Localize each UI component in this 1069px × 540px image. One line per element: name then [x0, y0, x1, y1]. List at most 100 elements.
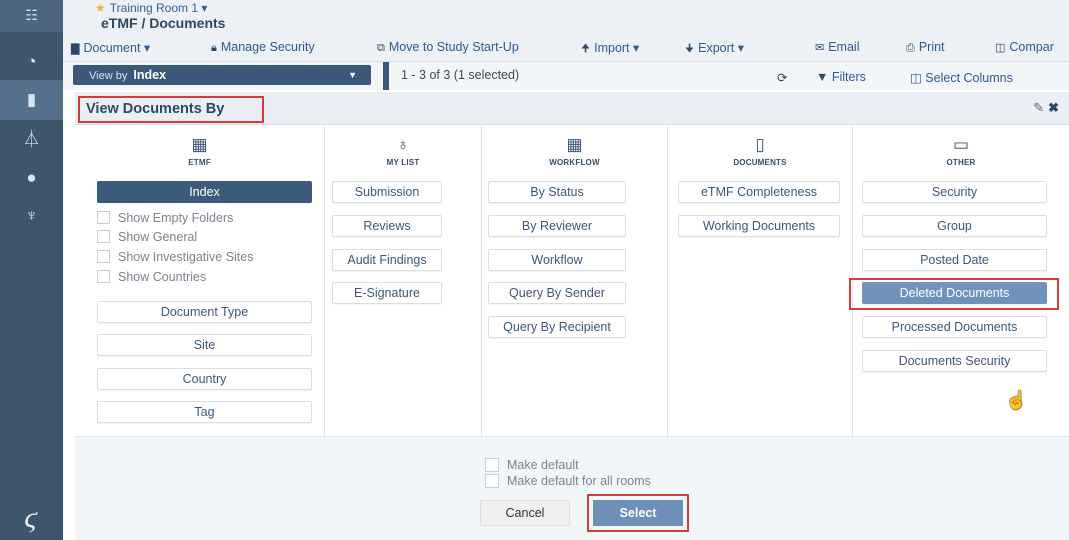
checkbox-box — [97, 230, 110, 243]
column-header-documents: ▯ DOCUMENTS — [668, 135, 852, 168]
document-icon[interactable]: ▮ — [0, 80, 63, 120]
page-title: eTMF / Documents — [101, 15, 226, 31]
user-icon[interactable]: ● — [0, 158, 63, 198]
star-icon: ★ — [95, 1, 106, 15]
pencil-icon[interactable]: ✎ — [1033, 100, 1044, 115]
dialog-header: View Documents By ✎ ✖ — [75, 92, 1069, 125]
manage-security-button[interactable]: 🔒︎ Manage Security — [211, 40, 315, 55]
option-query-by-recipient[interactable]: Query By Recipient — [488, 316, 626, 338]
checkbox-box — [97, 211, 110, 224]
dialog-footer: Make default Make default for all rooms … — [75, 436, 1069, 540]
checkbox-box — [485, 474, 499, 488]
email-button[interactable]: ✉ Email — [815, 40, 859, 54]
compare-label: Compar — [1009, 40, 1054, 54]
column-label-workflow: WORKFLOW — [549, 158, 600, 167]
option-audit-findings[interactable]: Audit Findings — [332, 249, 442, 271]
grid-icon[interactable]: ☷ — [0, 0, 63, 32]
option-etmf-completeness[interactable]: eTMF Completeness — [678, 181, 840, 203]
export-button[interactable]: 🠋 Export ▾ — [685, 40, 744, 59]
columns-icon: ◫ — [910, 71, 926, 85]
column-header-my-list: ♁ MY LIST — [325, 135, 481, 168]
column-label-documents: DOCUMENTS — [733, 158, 787, 167]
flask-icon[interactable]: ⏃ — [0, 120, 63, 160]
option-tag[interactable]: Tag — [97, 401, 312, 423]
column-label-my-list: MY LIST — [386, 158, 420, 167]
column-other: ▭ OTHER Security Group Posted Date Delet… — [849, 126, 1069, 436]
view-by-prefix: View by — [89, 70, 128, 82]
make-default-all-checkbox[interactable]: Make default for all rooms — [485, 474, 651, 488]
column-workflow: ▦ WORKFLOW By Status By Reviewer Workflo… — [482, 126, 668, 436]
close-icon[interactable]: ✖ — [1048, 100, 1059, 115]
arrow-up-icon: 🠉 — [581, 43, 591, 55]
checkbox-show-investigative-sites[interactable]: Show Investigative Sites — [97, 250, 254, 264]
view-by-dropdown[interactable]: View by Index ▼ — [73, 65, 371, 85]
option-index[interactable]: Index — [97, 181, 312, 203]
option-security[interactable]: Security — [862, 181, 1047, 203]
envelope-icon: ✉ — [815, 42, 825, 54]
column-documents: ▯ DOCUMENTS eTMF Completeness Working Do… — [668, 126, 853, 436]
column-header-etmf: ▦ ETMF — [75, 136, 324, 168]
file-icon: ▯ — [755, 135, 765, 154]
option-site[interactable]: Site — [97, 334, 312, 356]
column-header-workflow: ▦ WORKFLOW — [482, 135, 667, 168]
user-outline-icon: ♁ — [396, 135, 410, 154]
panel-splitter[interactable] — [383, 62, 389, 90]
folder-icon: ▭ — [952, 135, 970, 154]
columns-icon: ◫ — [995, 42, 1006, 54]
compare-button[interactable]: ◫ Compar — [995, 40, 1054, 54]
filter-icon: ▼ — [816, 70, 832, 84]
toolbar: ▇ Document ▾ 🔒︎ Manage Security ⧉ Move to S… — [63, 34, 1069, 62]
list-controls: View by Index ▼ 1 - 3 of 3 (1 selected) … — [63, 62, 1069, 90]
checkbox-show-general[interactable]: Show General — [97, 230, 197, 244]
app-logo: ϛ — [24, 501, 38, 534]
option-working-documents[interactable]: Working Documents — [678, 215, 840, 237]
import-button[interactable]: 🠉 Import ▾ — [581, 40, 639, 59]
checkbox-label: Show General — [118, 230, 198, 244]
option-country[interactable]: Country — [97, 368, 312, 390]
lock-icon: 🔒︎ — [211, 42, 217, 54]
option-processed-documents[interactable]: Processed Documents — [862, 316, 1047, 338]
make-default-label: Make default — [507, 458, 579, 472]
view-by-value: Index — [133, 68, 167, 82]
print-button[interactable]: ⎙ Print — [906, 40, 945, 55]
option-submission[interactable]: Submission — [332, 181, 442, 203]
option-by-status[interactable]: By Status — [488, 181, 626, 203]
move-button[interactable]: ⧉ Move to Study Start-Up — [377, 40, 519, 55]
room-selector[interactable]: ★ Training Room 1 ▾ — [95, 1, 207, 15]
result-count: 1 - 3 of 3 (1 selected) — [401, 68, 520, 82]
calendar-icon: ▦ — [566, 135, 583, 154]
option-by-reviewer[interactable]: By Reviewer — [488, 215, 626, 237]
dashboard-icon[interactable]: ◔ — [0, 42, 63, 82]
option-group[interactable]: Group — [862, 215, 1047, 237]
document-menu-button[interactable]: ▇ Document ▾ — [71, 40, 150, 55]
column-etmf: ▦ ETMF Index Show Empty Folders Show Gen… — [75, 126, 325, 436]
option-documents-security[interactable]: Documents Security — [862, 350, 1047, 372]
checkbox-show-empty-folders[interactable]: Show Empty Folders — [97, 211, 233, 225]
column-label-other: OTHER — [946, 158, 976, 167]
printer-icon: ⎙ — [906, 42, 915, 54]
export-label: Export ▾ — [698, 41, 744, 55]
title-bar: ★ Training Room 1 ▾ eTMF / Documents — [63, 0, 1069, 34]
trophy-icon[interactable]: ♆ — [0, 196, 63, 236]
room-name: Training Room 1 — [109, 1, 199, 15]
make-default-checkbox[interactable]: Make default — [485, 458, 579, 472]
option-e-signature[interactable]: E-Signature — [332, 282, 442, 304]
option-query-by-sender[interactable]: Query By Sender — [488, 282, 626, 304]
manage-security-label: Manage Security — [220, 40, 315, 54]
dialog-title: View Documents By — [78, 96, 264, 123]
option-workflow[interactable]: Workflow — [488, 249, 626, 271]
document-icon: ▇ — [71, 43, 80, 55]
refresh-icon[interactable]: ⟳ — [777, 70, 787, 85]
option-reviews[interactable]: Reviews — [332, 215, 442, 237]
column-label-etmf: ETMF — [188, 158, 211, 167]
import-label: Import ▾ — [594, 41, 640, 55]
filters-button[interactable]: ▼ Filters — [816, 70, 866, 84]
option-posted-date[interactable]: Posted Date — [862, 249, 1047, 271]
dialog-tools: ✎ ✖ — [1033, 100, 1059, 116]
left-rail: ☷ ◔ ▮ ⏃ ● ♆ ϛ — [0, 0, 63, 540]
checkbox-label: Show Empty Folders — [118, 211, 234, 225]
option-document-type[interactable]: Document Type — [97, 301, 312, 323]
checkbox-show-countries[interactable]: Show Countries — [97, 270, 206, 284]
select-columns-button[interactable]: ◫ Select Columns — [910, 70, 1013, 85]
cancel-button[interactable]: Cancel — [480, 500, 570, 526]
